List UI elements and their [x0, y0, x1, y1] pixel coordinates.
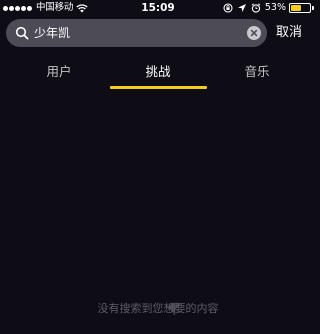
clear-search-button[interactable]: [247, 26, 261, 40]
alarm-icon: [251, 3, 261, 13]
battery-icon: [289, 3, 311, 13]
search-query[interactable]: 少年凯: [34, 19, 70, 47]
app-screen: 中国移动 15:09 53% 少年凯 取消 用户 挑战 音乐 没有搜索到您想要的…: [0, 0, 316, 334]
tab-challenge[interactable]: 挑战: [108, 58, 208, 88]
search-icon: [15, 26, 29, 40]
status-bar-right: 53%: [219, 0, 314, 16]
clear-icon: [250, 29, 258, 37]
rotation-lock-icon: [223, 3, 233, 13]
battery-nub: [312, 6, 314, 10]
location-icon: [237, 4, 246, 12]
active-tab-indicator: [110, 86, 207, 89]
tab-users[interactable]: 用户: [9, 58, 109, 88]
battery-level-fill: [291, 5, 301, 11]
tab-music[interactable]: 音乐: [207, 58, 307, 88]
empty-state-message: 没有搜索到您想要的内容: [97, 302, 219, 315]
battery-percent: 53%: [264, 2, 286, 13]
search-field[interactable]: 少年凯: [6, 19, 267, 47]
tab-bar: 用户 挑战 音乐: [0, 58, 316, 92]
cancel-button[interactable]: 取消: [276, 19, 302, 47]
status-bar: 中国移动 15:09 53%: [0, 0, 316, 16]
